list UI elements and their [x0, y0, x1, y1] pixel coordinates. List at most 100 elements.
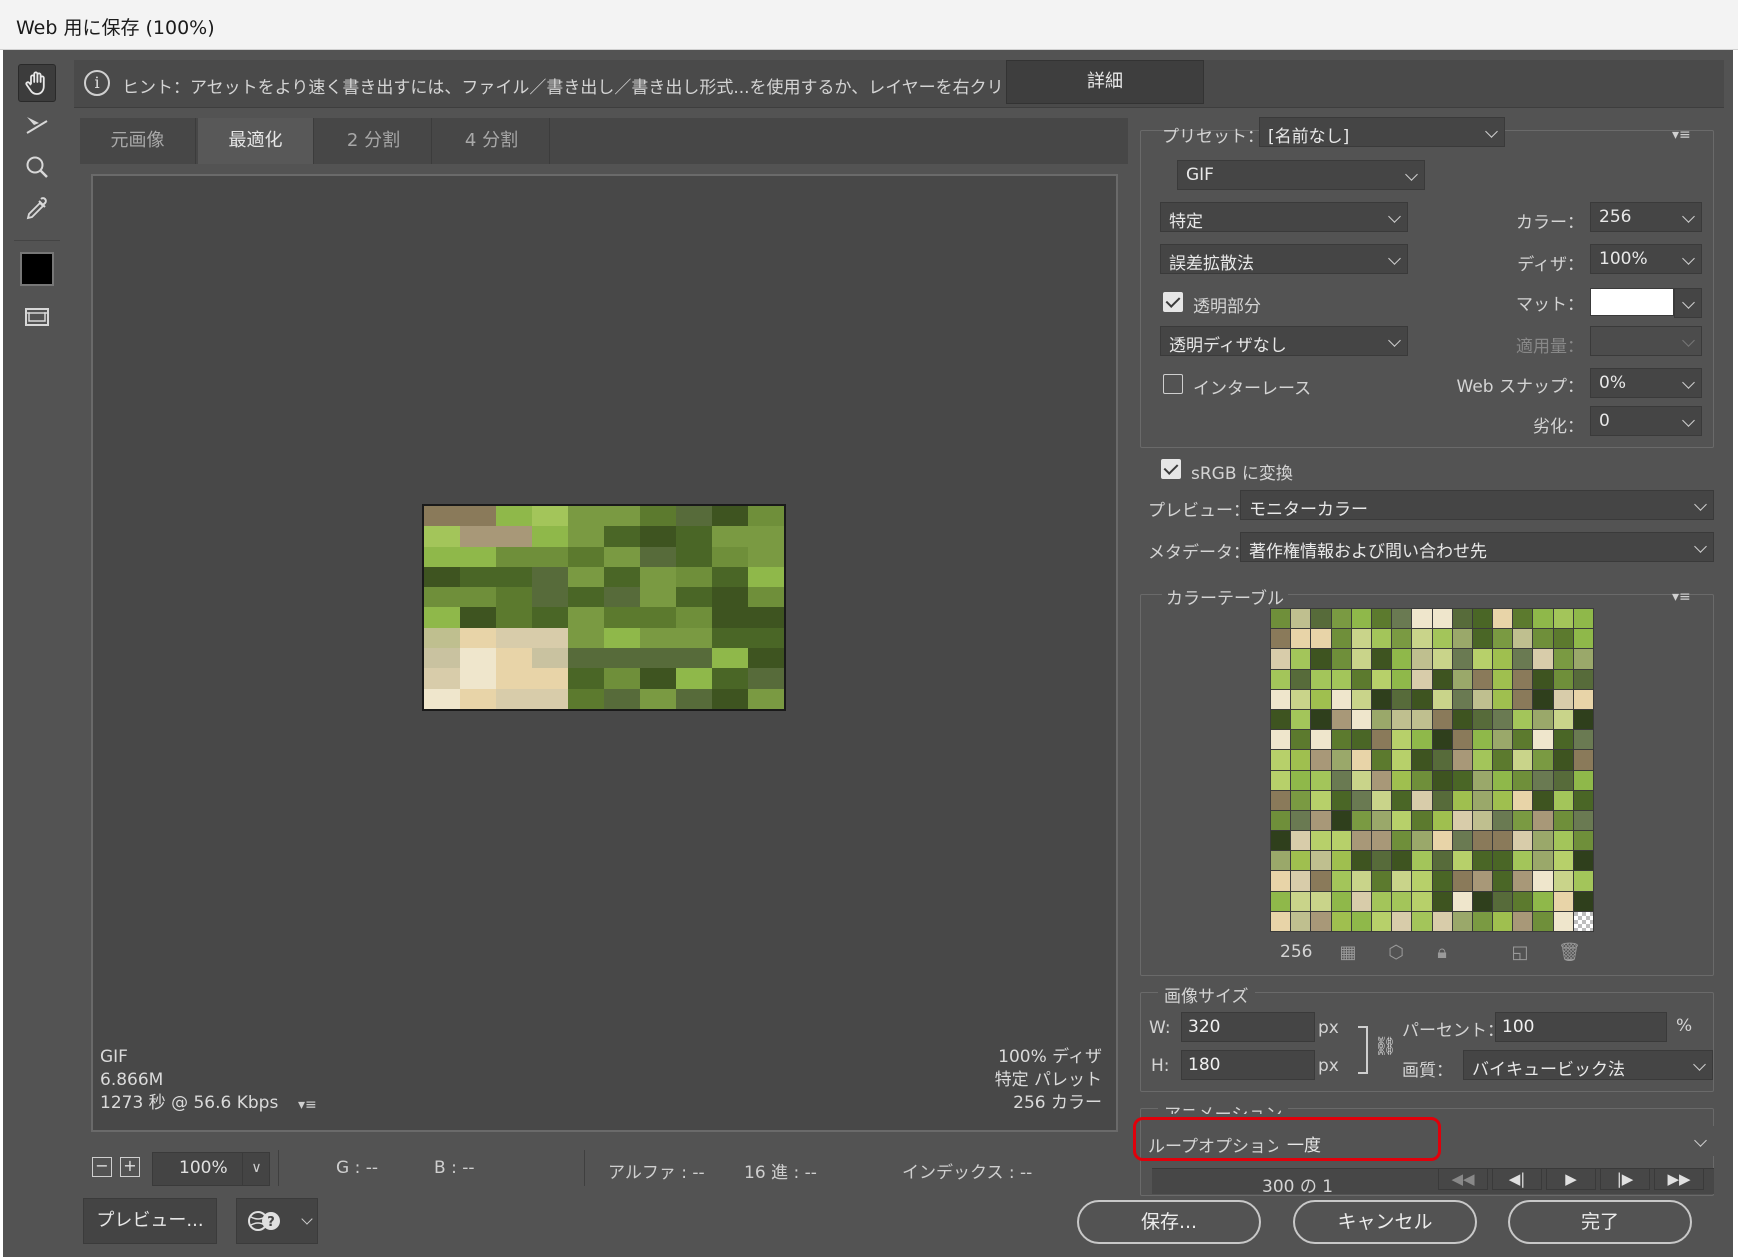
slice-select-tool-button[interactable]: [18, 106, 56, 144]
color-table-swatch[interactable]: [1513, 790, 1533, 810]
color-table-swatch[interactable]: [1271, 709, 1291, 730]
color-table-swatch[interactable]: [1493, 709, 1513, 730]
color-table-swatch[interactable]: [1472, 709, 1493, 730]
color-table-swatch[interactable]: [1392, 629, 1412, 649]
color-table-swatch[interactable]: [1371, 709, 1392, 730]
previous-frame-button[interactable]: ◀|: [1492, 1168, 1542, 1190]
color-table-swatch[interactable]: [1291, 689, 1311, 709]
color-table-swatch[interactable]: [1371, 669, 1392, 689]
color-table-swatch[interactable]: [1493, 629, 1513, 649]
color-table-swatch[interactable]: [1513, 851, 1533, 871]
color-table-swatch[interactable]: [1271, 649, 1291, 669]
color-table-swatch[interactable]: [1452, 911, 1472, 931]
color-table-swatch[interactable]: [1432, 629, 1452, 649]
color-table-swatch[interactable]: [1493, 649, 1513, 669]
color-table-swatch[interactable]: [1371, 689, 1392, 709]
color-table-swatch[interactable]: [1513, 669, 1533, 689]
cancel-button[interactable]: キャンセル: [1293, 1200, 1477, 1244]
color-table-swatch[interactable]: [1513, 770, 1533, 790]
color-table-swatch[interactable]: [1392, 790, 1412, 810]
color-table-swatch[interactable]: [1432, 609, 1452, 629]
color-table-swatch[interactable]: [1291, 750, 1311, 770]
color-table-swatch[interactable]: [1533, 750, 1553, 770]
color-table-swatch[interactable]: [1291, 871, 1311, 891]
color-table-swatch[interactable]: [1351, 730, 1371, 750]
color-table-swatch[interactable]: [1311, 770, 1331, 790]
color-table-swatch[interactable]: [1573, 750, 1593, 770]
color-table-swatch[interactable]: [1311, 689, 1331, 709]
color-table-swatch[interactable]: [1533, 770, 1553, 790]
color-table-swatch[interactable]: [1271, 831, 1291, 851]
color-table-swatch[interactable]: [1553, 810, 1573, 831]
detail-button[interactable]: 詳細: [1006, 60, 1204, 104]
color-table-swatch[interactable]: [1452, 709, 1472, 730]
color-table-swatch[interactable]: [1412, 730, 1432, 750]
color-table-swatch[interactable]: [1392, 831, 1412, 851]
color-table-swatch[interactable]: [1432, 810, 1452, 831]
color-table-swatch[interactable]: [1533, 810, 1553, 831]
color-table-swatch[interactable]: [1371, 649, 1392, 669]
color-table-swatch[interactable]: [1331, 810, 1351, 831]
color-table-swatch[interactable]: [1271, 730, 1291, 750]
color-table-swatch[interactable]: [1291, 609, 1311, 629]
color-table-swatch[interactable]: [1351, 669, 1371, 689]
color-table-swatch[interactable]: [1392, 810, 1412, 831]
color-table-swatch[interactable]: [1553, 851, 1573, 871]
color-table-swatch[interactable]: [1452, 831, 1472, 851]
color-table-swatch[interactable]: [1371, 851, 1392, 871]
color-table-swatch[interactable]: [1392, 669, 1412, 689]
color-table-swatch[interactable]: [1351, 831, 1371, 851]
last-frame-button[interactable]: ▶▶: [1654, 1168, 1704, 1190]
preset-menu-icon[interactable]: ▾≡: [1672, 127, 1696, 143]
color-table-swatch[interactable]: [1432, 831, 1452, 851]
color-table-swatch[interactable]: [1311, 810, 1331, 831]
zoom-tool-button[interactable]: [18, 148, 56, 186]
color-table-swatch[interactable]: [1331, 750, 1351, 770]
color-table-swatch[interactable]: [1351, 871, 1371, 891]
color-table-swatch[interactable]: [1533, 669, 1553, 689]
color-table-swatch[interactable]: [1493, 871, 1513, 891]
color-table-swatch[interactable]: [1493, 790, 1513, 810]
color-table-swatch[interactable]: [1351, 750, 1371, 770]
color-table-swatch[interactable]: [1311, 891, 1331, 911]
color-table-swatch[interactable]: [1493, 750, 1513, 770]
preview-in-browser-button[interactable]: プレビュー...: [83, 1198, 217, 1244]
info-menu-icon[interactable]: ▾≡: [298, 1097, 317, 1113]
color-table-swatch[interactable]: [1472, 609, 1493, 629]
color-table-swatch[interactable]: [1513, 911, 1533, 931]
color-table-swatch[interactable]: [1533, 730, 1553, 750]
color-table-swatch[interactable]: [1513, 730, 1533, 750]
zoom-dropdown-chevron-icon[interactable]: ∨: [242, 1152, 270, 1186]
color-table-swatch[interactable]: [1351, 790, 1371, 810]
matte-dropdown[interactable]: [1674, 288, 1702, 318]
color-table-swatch[interactable]: [1493, 851, 1513, 871]
color-table-swatch[interactable]: [1331, 669, 1351, 689]
color-table-swatch[interactable]: [1351, 891, 1371, 911]
color-table-swatch[interactable]: [1452, 810, 1472, 831]
srgb-checkbox[interactable]: [1161, 459, 1181, 479]
color-table-swatch[interactable]: [1311, 750, 1331, 770]
color-table-swatch[interactable]: [1392, 770, 1412, 790]
color-table-swatch[interactable]: [1452, 629, 1472, 649]
map-transparent-icon[interactable]: ▦: [1338, 943, 1358, 963]
color-table-swatch[interactable]: [1472, 730, 1493, 750]
eyedropper-color-button[interactable]: [18, 250, 56, 288]
color-table-swatch[interactable]: [1432, 891, 1452, 911]
color-table-swatch[interactable]: [1351, 609, 1371, 629]
color-table-swatch[interactable]: [1452, 770, 1472, 790]
color-table-swatch[interactable]: [1412, 629, 1432, 649]
preview-color-dropdown[interactable]: モニターカラー: [1240, 490, 1714, 520]
color-table-swatch[interactable]: [1412, 609, 1432, 629]
color-table-swatch[interactable]: [1392, 851, 1412, 871]
color-table-swatch[interactable]: [1573, 911, 1593, 931]
color-table-swatch[interactable]: [1573, 891, 1593, 911]
zoom-out-button[interactable]: −: [92, 1157, 112, 1177]
color-table-swatch[interactable]: [1392, 911, 1412, 931]
color-table-swatch[interactable]: [1472, 911, 1493, 931]
color-table-swatch[interactable]: [1392, 730, 1412, 750]
color-table-swatch[interactable]: [1311, 730, 1331, 750]
done-button[interactable]: 完了: [1508, 1200, 1692, 1244]
color-table-swatch[interactable]: [1291, 831, 1311, 851]
color-table-swatch[interactable]: [1371, 871, 1392, 891]
zoom-in-button[interactable]: +: [120, 1157, 140, 1177]
